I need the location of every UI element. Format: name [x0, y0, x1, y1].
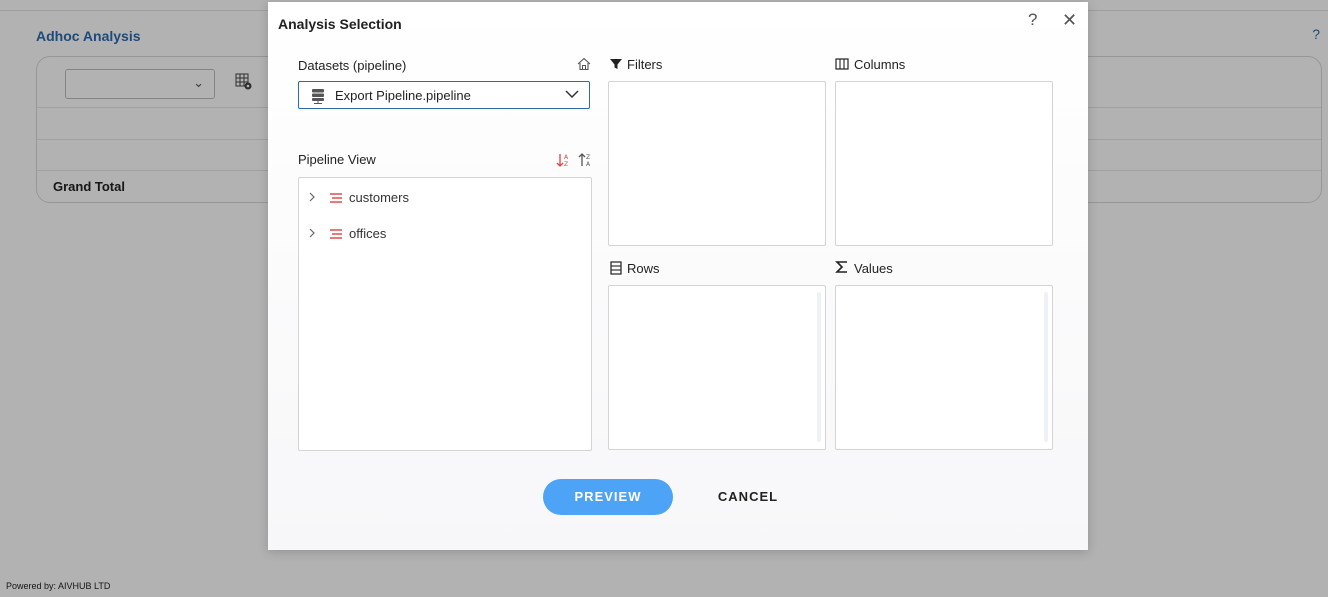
pipeline-view-label: Pipeline View — [298, 152, 376, 167]
cancel-button[interactable]: CANCEL — [698, 479, 798, 515]
database-icon — [312, 89, 324, 104]
rows-icon — [610, 261, 622, 275]
dataset-select[interactable]: Export Pipeline.pipeline — [298, 81, 590, 109]
rows-label: Rows — [627, 261, 660, 276]
pipeline-tree: customers offices — [298, 177, 592, 451]
svg-text:Z: Z — [586, 154, 590, 161]
columns-label: Columns — [854, 57, 906, 72]
sigma-icon — [835, 261, 847, 273]
rows-drop-zone[interactable] — [608, 285, 826, 450]
svg-text:A: A — [586, 161, 591, 168]
filters-drop-zone[interactable] — [608, 81, 826, 246]
table-icon — [330, 229, 342, 239]
columns-icon — [835, 58, 849, 70]
scrollbar[interactable] — [1044, 292, 1048, 442]
sort-descending-icon[interactable]: Z A — [578, 152, 592, 168]
values-drop-zone[interactable] — [835, 285, 1053, 450]
scrollbar[interactable] — [817, 292, 821, 442]
home-icon[interactable] — [576, 56, 592, 72]
chevron-down-icon — [565, 90, 579, 99]
columns-drop-zone[interactable] — [835, 81, 1053, 246]
values-label: Values — [854, 261, 893, 276]
preview-button[interactable]: PREVIEW — [543, 479, 673, 515]
chevron-right-icon[interactable] — [307, 227, 317, 239]
datasets-label: Datasets (pipeline) — [298, 58, 407, 73]
dialog-title: Analysis Selection — [278, 16, 402, 32]
close-icon[interactable]: ✕ — [1062, 10, 1077, 31]
dataset-value: Export Pipeline.pipeline — [335, 88, 471, 103]
filters-label: Filters — [627, 57, 663, 72]
chevron-right-icon[interactable] — [307, 191, 317, 203]
analysis-selection-dialog: Analysis Selection ? ✕ Datasets (pipelin… — [268, 2, 1088, 550]
sort-ascending-icon[interactable]: A Z — [556, 152, 570, 168]
tree-item-label: customers — [349, 190, 409, 205]
table-icon — [330, 193, 342, 203]
tree-item-label: offices — [349, 226, 387, 241]
filter-icon — [610, 59, 622, 69]
svg-text:Z: Z — [564, 161, 568, 168]
help-icon[interactable]: ? — [1028, 10, 1037, 30]
svg-text:A: A — [564, 154, 569, 161]
